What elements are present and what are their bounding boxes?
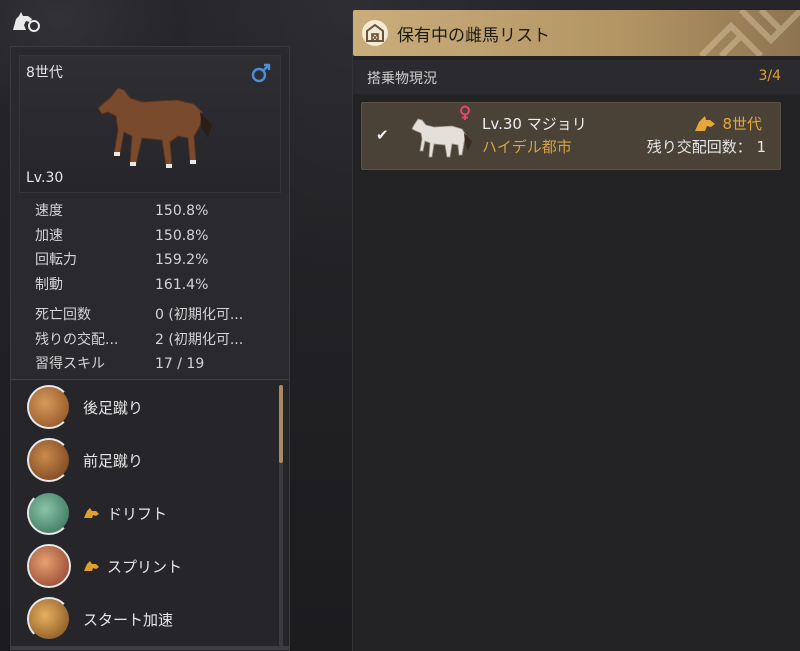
skill-label: 後足蹴り	[83, 397, 143, 418]
skill-name: スタート加速	[83, 610, 174, 629]
back-kick-icon	[27, 385, 71, 429]
mount-status-row: 搭乗物現況 3/4	[353, 60, 800, 94]
horse-badge-icon	[84, 508, 99, 518]
barn-icon	[362, 20, 388, 46]
stat-name: 速度	[35, 203, 63, 219]
generation-horse-icon	[695, 115, 716, 131]
skill-item[interactable]: ドリフト	[27, 489, 167, 537]
panel-title: 保有中の雌馬リスト	[397, 26, 550, 46]
horse-image	[97, 87, 212, 168]
stat-value: 161.4%	[155, 276, 209, 293]
horse-badge-icon	[84, 561, 99, 571]
skill-ring	[27, 544, 71, 588]
skill-name: 後足蹴り	[83, 398, 144, 417]
skill-list[interactable]: 後足蹴り 前足蹴り ドリフト スプリント スタート加速	[11, 381, 289, 651]
skill-name: ドリフト	[107, 504, 168, 523]
generation-text: 8世代	[722, 115, 762, 133]
info-value: 2 (初期化可...	[155, 331, 244, 348]
level-label: Lv.30	[26, 170, 64, 186]
stat-name: 制動	[35, 276, 63, 293]
stat-row-turning: 回転力 159.2%	[35, 248, 285, 273]
stat-value: 150.8%	[155, 203, 209, 219]
title-decoration	[698, 10, 800, 56]
skill-ring	[27, 491, 71, 535]
horse-detail-panel: 8世代 Lv.30 速度 150.8% 加速 150.8% 回転力 159.2%	[10, 46, 290, 651]
skill-item[interactable]: 後足蹴り	[27, 383, 143, 431]
panel-title-bar: 保有中の雌馬リスト	[353, 10, 800, 56]
info-row-deaths: 死亡回数 0 (初期化可...	[35, 303, 285, 328]
info-name: 死亡回数	[35, 307, 91, 323]
check-icon[interactable]: ✔	[376, 127, 392, 143]
horse-menu-icon[interactable]	[10, 10, 40, 34]
front-kick-icon	[27, 438, 71, 482]
skill-ring	[27, 597, 71, 641]
stat-row-speed: 速度 150.8%	[35, 199, 285, 224]
sprint-icon	[27, 544, 71, 588]
stat-value: 150.8%	[155, 227, 209, 244]
mare-breed-count: 残り交配回数： 1	[646, 138, 766, 156]
divider	[11, 379, 289, 380]
skill-item[interactable]: スプリント	[27, 542, 182, 590]
info-value: 17 / 19	[155, 356, 205, 372]
mare-list-item[interactable]: ✔ Lv.30 マジョリ ハイデル都市 8世代 残り交配回数： 1	[361, 102, 781, 170]
skill-ring	[27, 385, 71, 429]
skill-name: スプリント	[107, 557, 183, 576]
mare-list-panel: 保有中の雌馬リスト 搭乗物現況 3/4 ✔ Lv.30 マジョリ ハイデル都市 …	[352, 10, 800, 651]
stat-list: 速度 150.8% 加速 150.8% 回転力 159.2% 制動 161.4%…	[35, 199, 285, 377]
info-row-skills: 習得スキル 17 / 19	[35, 352, 285, 377]
mare-generation: 8世代	[694, 113, 762, 134]
info-name: 残りの交配...	[35, 331, 119, 348]
scrollbar-thumb[interactable]	[279, 385, 283, 463]
skill-label: スプリント	[83, 556, 182, 577]
panel-bottom-edge	[11, 646, 289, 650]
mare-name: Lv.30 マジョリ	[482, 115, 587, 133]
info-value: 0 (初期化可...	[155, 307, 244, 323]
stat-row-brake: 制動 161.4%	[35, 273, 285, 298]
stat-value: 159.2%	[155, 252, 209, 268]
status-count: 3/4	[758, 68, 781, 84]
info-row-breeding: 残りの交配... 2 (初期化可...	[35, 328, 285, 353]
horse-portrait: 8世代 Lv.30	[19, 55, 281, 193]
stat-name: 加速	[35, 227, 63, 244]
generation-label: 8世代	[26, 65, 63, 81]
skill-item[interactable]: 前足蹴り	[27, 436, 143, 484]
skill-label: 前足蹴り	[83, 450, 143, 471]
skill-label: ドリフト	[83, 503, 167, 524]
mare-location: ハイデル都市	[482, 138, 572, 156]
skill-name: 前足蹴り	[83, 451, 144, 470]
skill-ring	[27, 438, 71, 482]
start-accel-icon	[27, 597, 71, 641]
stat-name: 回転力	[35, 252, 77, 268]
status-label: 搭乗物現況	[367, 71, 437, 87]
skill-item[interactable]: スタート加速	[27, 595, 173, 643]
male-icon	[251, 63, 271, 83]
stat-row-acceleration: 加速 150.8%	[35, 224, 285, 249]
drift-icon	[27, 491, 71, 535]
info-name: 習得スキル	[35, 356, 105, 372]
female-icon	[460, 105, 470, 120]
skill-label: スタート加速	[83, 609, 173, 630]
